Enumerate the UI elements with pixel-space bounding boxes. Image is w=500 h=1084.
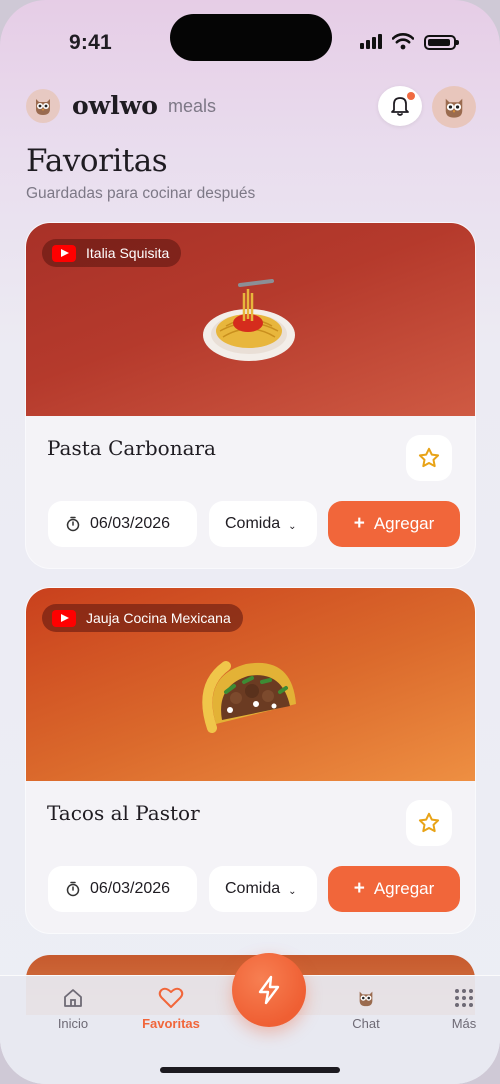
star-icon [418, 447, 440, 468]
meal-type-value: Comida [225, 515, 281, 532]
tab-label: Más [451, 1016, 477, 1031]
tab-label: Chat [352, 1016, 380, 1031]
dynamic-island [170, 14, 332, 61]
brand-subtitle: meals [168, 96, 217, 116]
meal-type-value: Comida [225, 880, 281, 897]
meal-type-select[interactable]: Comida ⌄ [209, 501, 317, 547]
plus-icon: + [353, 878, 365, 899]
home-indicator [160, 1067, 340, 1073]
channel-chip[interactable]: Jauja Cocina Mexicana [42, 604, 243, 632]
date-picker[interactable]: 06/03/2026 [48, 866, 197, 912]
recipe-title: Tacos al Pastor [47, 801, 200, 825]
date-value: 06/03/2026 [90, 515, 171, 532]
tab-inicio[interactable]: Inicio [28, 976, 118, 1046]
timer-icon [66, 881, 80, 897]
add-button[interactable]: + Agregar [328, 501, 460, 547]
brand-name: owlwo [72, 91, 158, 120]
channel-name: Jauja Cocina Mexicana [86, 610, 231, 626]
recipe-card[interactable]: Jauja Cocina Mexicana Tacos al Pastor 06 [26, 588, 475, 933]
status-bar: 9:41 [0, 0, 500, 88]
plus-icon: + [353, 513, 365, 534]
add-button-label: Agregar [373, 514, 435, 533]
channel-name: Italia Squisita [86, 245, 170, 261]
heart-icon [158, 987, 184, 1008]
favorite-star-button[interactable] [406, 800, 452, 846]
quick-action-button[interactable] [232, 953, 306, 1027]
lightning-icon [258, 975, 280, 1005]
meal-type-select[interactable]: Comida ⌄ [209, 866, 317, 912]
recipe-hero: Jauja Cocina Mexicana [26, 588, 475, 781]
youtube-icon [52, 244, 76, 262]
tab-chat[interactable]: Chat [321, 976, 411, 1046]
owl-icon [359, 991, 373, 1007]
notifications-button[interactable] [378, 86, 422, 126]
tab-label: Inicio [57, 1016, 89, 1031]
recipe-card[interactable]: Italia Squisita Pasta Carbonara 06/03/20… [26, 223, 475, 568]
phone-screen: 9:41 owlwo meals Favoritas Guardadas par… [0, 0, 500, 1084]
owl-logo-icon [26, 89, 60, 123]
date-picker[interactable]: 06/03/2026 [48, 501, 197, 547]
tab-label: Favoritas [142, 1016, 200, 1031]
tab-favoritas[interactable]: Favoritas [126, 976, 216, 1046]
youtube-icon [52, 609, 76, 627]
owl-avatar-icon [445, 98, 463, 118]
spaghetti-icon [203, 279, 295, 361]
battery-icon [424, 35, 459, 50]
tab-mas[interactable]: Más [419, 976, 500, 1046]
chevron-down-icon: ⌄ [288, 521, 297, 532]
add-button-label: Agregar [373, 879, 435, 898]
app-header: owlwo meals [26, 86, 476, 128]
timer-icon [66, 516, 80, 532]
add-button[interactable]: + Agregar [328, 866, 460, 912]
favorite-star-button[interactable] [406, 435, 452, 481]
wifi-icon [392, 33, 414, 50]
notification-badge [407, 92, 415, 100]
page-subtitle: Guardadas para cocinar después [26, 185, 256, 202]
recipe-hero: Italia Squisita [26, 223, 475, 416]
avatar[interactable] [432, 86, 476, 128]
star-icon [418, 812, 440, 833]
chevron-down-icon: ⌄ [288, 886, 297, 897]
date-value: 06/03/2026 [90, 880, 171, 897]
grid-icon [455, 989, 473, 1007]
signal-icon [360, 33, 384, 49]
recipe-title: Pasta Carbonara [47, 436, 216, 460]
home-icon [64, 989, 82, 1007]
status-time: 9:41 [69, 31, 112, 54]
channel-chip[interactable]: Italia Squisita [42, 239, 182, 267]
taco-icon [202, 661, 296, 733]
page-title: Favoritas [26, 143, 168, 179]
